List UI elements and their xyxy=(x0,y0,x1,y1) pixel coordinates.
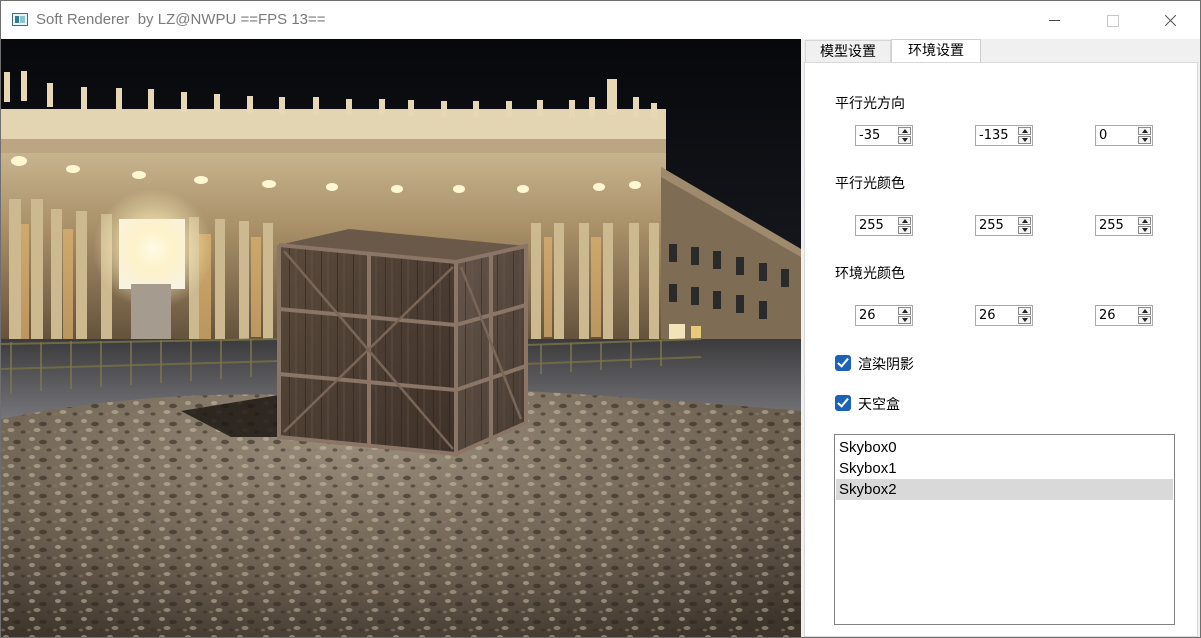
tab-model-settings[interactable]: 模型设置 xyxy=(805,40,891,62)
title-bar[interactable]: Soft Renderer by LZ@NWPU ==FPS 13== xyxy=(1,1,1200,39)
spin-down-icon[interactable] xyxy=(1138,136,1151,144)
app-icon xyxy=(12,13,28,26)
spin-up-icon[interactable] xyxy=(898,217,911,225)
light-direction-z-spinbox[interactable]: 0 xyxy=(1095,125,1153,146)
ambient-color-r-value: 26 xyxy=(859,308,876,323)
render-shadow-checkbox[interactable] xyxy=(835,355,851,371)
spin-down-icon[interactable] xyxy=(1138,226,1151,234)
light-direction-x-spinbox[interactable]: -35 xyxy=(855,125,913,146)
ambient-color-r-spinbox[interactable]: 26 xyxy=(855,305,913,326)
tab-bar: 模型设置 环境设置 xyxy=(801,39,1200,63)
light-color-g-value: 255 xyxy=(979,218,1004,233)
spin-down-icon[interactable] xyxy=(898,226,911,234)
maximize-button[interactable] xyxy=(1083,1,1141,39)
light-color-b-value: 255 xyxy=(1099,218,1124,233)
rendered-scene xyxy=(1,39,801,637)
ambient-color-g-value: 26 xyxy=(979,308,996,323)
settings-panel: 模型设置 环境设置 平行光方向 -35 -135 0 平行光颜色 255 255… xyxy=(801,39,1200,637)
ambient-color-b-value: 26 xyxy=(1099,308,1116,323)
spin-down-icon[interactable] xyxy=(1018,136,1031,144)
spin-down-icon[interactable] xyxy=(1138,316,1151,324)
environment-settings-page: 平行光方向 -35 -135 0 平行光颜色 255 255 255 环境光颜色… xyxy=(804,62,1198,637)
light-direction-x-value: -35 xyxy=(859,128,881,143)
spin-down-icon[interactable] xyxy=(898,136,911,144)
list-item[interactable]: Skybox2 xyxy=(836,479,1173,500)
light-color-g-spinbox[interactable]: 255 xyxy=(975,215,1033,236)
skybox-checkbox[interactable] xyxy=(835,395,851,411)
list-item[interactable]: Skybox0 xyxy=(836,437,1173,458)
light-direction-label: 平行光方向 xyxy=(835,96,905,112)
skybox-label: 天空盒 xyxy=(858,397,900,413)
render-shadow-label: 渲染阴影 xyxy=(858,357,914,373)
light-color-r-spinbox[interactable]: 255 xyxy=(855,215,913,236)
render-viewport[interactable] xyxy=(1,39,801,637)
light-direction-y-spinbox[interactable]: -135 xyxy=(975,125,1033,146)
tab-environment-settings[interactable]: 环境设置 xyxy=(891,39,981,63)
spin-up-icon[interactable] xyxy=(1018,307,1031,315)
ambient-color-g-spinbox[interactable]: 26 xyxy=(975,305,1033,326)
ambient-color-label: 环境光颜色 xyxy=(835,266,905,282)
spin-down-icon[interactable] xyxy=(1018,316,1031,324)
spin-down-icon[interactable] xyxy=(898,316,911,324)
light-color-label: 平行光颜色 xyxy=(835,176,905,192)
light-direction-y-value: -135 xyxy=(979,128,1009,143)
spin-up-icon[interactable] xyxy=(1018,127,1031,135)
light-color-r-value: 255 xyxy=(859,218,884,233)
spin-up-icon[interactable] xyxy=(1138,307,1151,315)
close-button[interactable] xyxy=(1141,1,1199,39)
ambient-color-b-spinbox[interactable]: 26 xyxy=(1095,305,1153,326)
spin-down-icon[interactable] xyxy=(1018,226,1031,234)
window-title: Soft Renderer by LZ@NWPU ==FPS 13== xyxy=(36,11,326,28)
spin-up-icon[interactable] xyxy=(898,127,911,135)
spin-up-icon[interactable] xyxy=(1138,217,1151,225)
spin-up-icon[interactable] xyxy=(898,307,911,315)
minimize-button[interactable] xyxy=(1025,1,1083,39)
light-direction-z-value: 0 xyxy=(1099,128,1108,143)
list-item[interactable]: Skybox1 xyxy=(836,458,1173,479)
spin-up-icon[interactable] xyxy=(1138,127,1151,135)
spin-up-icon[interactable] xyxy=(1018,217,1031,225)
app-window: Soft Renderer by LZ@NWPU ==FPS 13== 模型设置… xyxy=(0,0,1201,638)
light-color-b-spinbox[interactable]: 255 xyxy=(1095,215,1153,236)
skybox-list[interactable]: Skybox0 Skybox1 Skybox2 xyxy=(834,434,1175,625)
